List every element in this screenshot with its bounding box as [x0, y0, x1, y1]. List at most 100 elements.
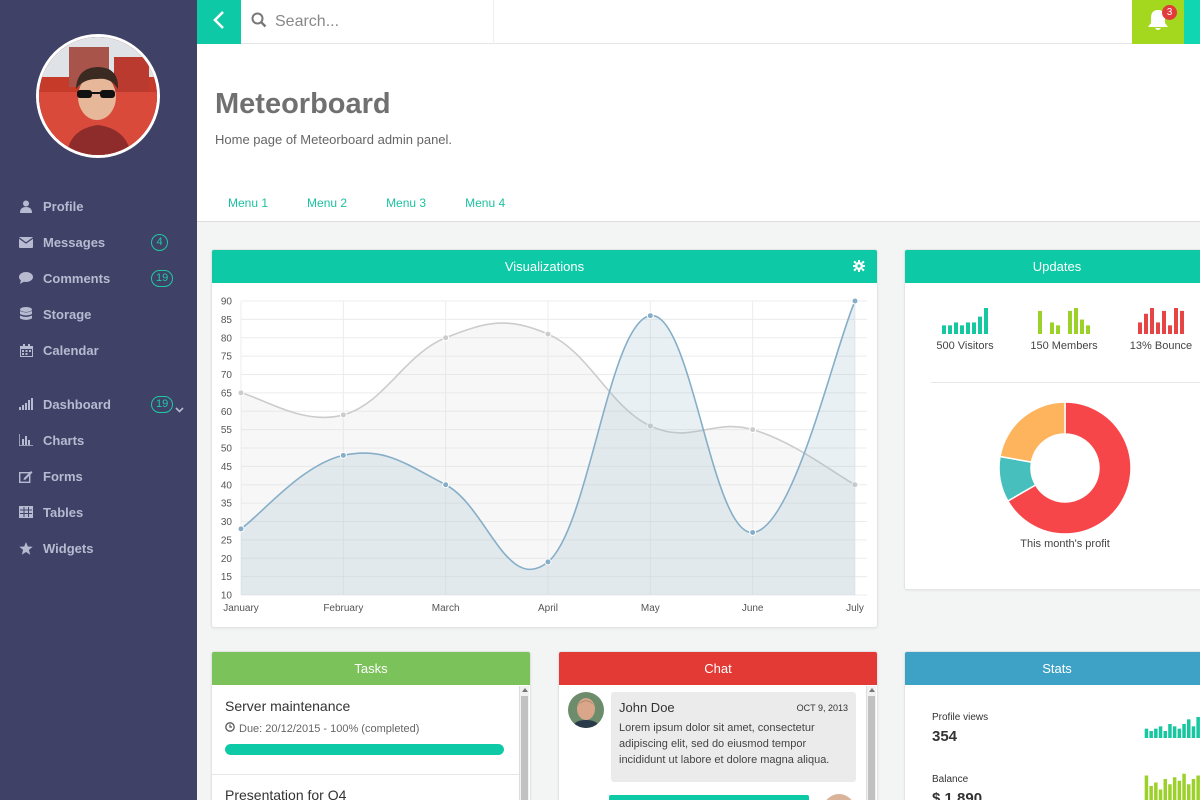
- y-tick-label: 50: [221, 444, 233, 455]
- scroll-up-arrow[interactable]: [522, 688, 528, 692]
- spark-bar: [1177, 780, 1182, 800]
- dashboard-badge: 19: [151, 395, 174, 413]
- sidebar-item-tables[interactable]: Tables: [0, 494, 197, 530]
- spark-bar: [1149, 786, 1153, 800]
- sidebar-item-label: Storage: [43, 306, 92, 322]
- spark-bar: [1177, 728, 1182, 738]
- tab-menu-3[interactable]: Menu 3: [373, 196, 426, 210]
- donut-label: This month's profit: [1020, 538, 1110, 550]
- data-point: [544, 558, 552, 566]
- spark-bar: [1196, 717, 1200, 738]
- sidebar-item-profile[interactable]: Profile: [0, 188, 197, 224]
- spark-bar: [942, 325, 946, 334]
- spark-bar: [978, 316, 982, 334]
- visitors-sparkline: [942, 308, 988, 334]
- members-stat: 150 Members: [1014, 308, 1114, 352]
- tab-menu-2[interactable]: Menu 2: [294, 196, 347, 210]
- y-tick-label: 30: [221, 517, 233, 528]
- sidebar-item-calendar[interactable]: Calendar: [0, 332, 197, 368]
- back-button[interactable]: [197, 0, 241, 44]
- data-point: [237, 525, 245, 533]
- spark-bar: [1158, 789, 1163, 800]
- page-header: Meteorboard Home page of Meteorboard adm…: [197, 44, 1200, 222]
- panel-title: Updates: [1032, 259, 1082, 274]
- data-point: [339, 411, 347, 419]
- sidebar-item-label: Comments: [43, 270, 111, 286]
- chevron-left-icon: [213, 10, 225, 35]
- y-tick-label: 55: [221, 425, 233, 436]
- spark-bar: [1154, 728, 1158, 738]
- spark-bar: [1080, 319, 1084, 334]
- y-tick-label: 90: [221, 297, 233, 308]
- edit-icon: [18, 469, 34, 483]
- spark-bar: [1163, 731, 1167, 738]
- sidebar-item-dashboard[interactable]: Dashboard 19: [0, 386, 197, 422]
- panel-title: Visualizations: [504, 259, 585, 274]
- sidebar-item-storage[interactable]: Storage: [0, 296, 197, 332]
- spark-bar: [1174, 308, 1178, 334]
- sidebar-item-comments[interactable]: Comments 19: [0, 260, 197, 296]
- spark-bar: [1149, 731, 1153, 738]
- line-chart: 10 15 20 25 30 35 40 45 50 55 60 65 70 75 80 85 90 Januar…: [221, 297, 867, 614]
- avatar[interactable]: [36, 34, 160, 158]
- visualizations-panel: Visualizations 10 15 20 25 30 35 40 45 50 55 60 65 7…: [211, 249, 878, 628]
- tab-menu-4[interactable]: Menu 4: [452, 196, 505, 210]
- task-item[interactable]: Presentation for Q4: [225, 787, 510, 800]
- database-icon: [18, 307, 34, 321]
- spark-bar: [1154, 782, 1158, 800]
- tab-menu-1[interactable]: Menu 1: [215, 196, 268, 210]
- notifications-button[interactable]: 3: [1132, 0, 1184, 44]
- chat-avatar-2[interactable]: [823, 794, 855, 800]
- calendar-icon: [18, 343, 34, 357]
- spark-bar: [1138, 322, 1142, 334]
- scroll-thumb[interactable]: [521, 696, 528, 800]
- spark-bar: [1056, 325, 1060, 334]
- chat-message: John Doe OCT 9, 2013 Lorem ipsum dolor s…: [611, 692, 856, 782]
- y-tick-label: 15: [221, 572, 233, 583]
- sidebar-item-forms[interactable]: Forms: [0, 458, 197, 494]
- chat-scrollbar[interactable]: [866, 686, 876, 800]
- data-point: [646, 312, 654, 320]
- data-point: [749, 426, 757, 434]
- task-title: Presentation for Q4: [225, 787, 347, 800]
- chat-avatar[interactable]: [568, 692, 604, 728]
- search-box: [241, 0, 494, 44]
- sidebar-item-widgets[interactable]: Widgets: [0, 530, 197, 566]
- bounce-label: 13% Bounce: [1129, 340, 1193, 352]
- user-icon: [18, 199, 34, 213]
- members-label: 150 Members: [1030, 340, 1098, 352]
- tasks-panel: Tasks Server maintenance Due: 20/12/2015…: [211, 651, 531, 800]
- data-point: [749, 529, 757, 537]
- sidebar-item-messages[interactable]: Messages 4: [0, 224, 197, 260]
- spark-bar: [1074, 308, 1078, 334]
- task-progress-fill: [225, 744, 504, 755]
- sidebar-nav: Profile Messages 4 Comments 19 Storage C…: [0, 188, 197, 566]
- tasks-panel-header: Tasks: [212, 652, 530, 685]
- spark-bar: [1168, 325, 1172, 334]
- y-tick-label: 10: [221, 591, 233, 602]
- donut-slice: [999, 401, 1066, 463]
- gear-icon[interactable]: [853, 260, 865, 275]
- spark-bar: [1172, 726, 1177, 738]
- spark-bar: [960, 325, 964, 334]
- updates-panel-header: Updates: [905, 250, 1200, 283]
- task-item[interactable]: Server maintenance Due: 20/12/2015 - 100…: [225, 698, 510, 755]
- spark-bar: [1163, 779, 1167, 800]
- chat-message-2: [609, 795, 809, 800]
- chat-panel: Chat John Doe OCT 9, 2013 Lorem ipsum do…: [558, 651, 878, 800]
- tasks-scrollbar[interactable]: [519, 686, 529, 800]
- data-point: [442, 481, 450, 489]
- topbar-edge-button[interactable]: [1184, 0, 1200, 44]
- scroll-thumb[interactable]: [868, 696, 875, 800]
- comment-icon: [18, 271, 34, 285]
- sidebar-item-charts[interactable]: Charts: [0, 422, 197, 458]
- comments-badge: 19: [151, 269, 174, 287]
- chevron-down-icon[interactable]: [175, 401, 184, 416]
- search-input[interactable]: [275, 13, 475, 31]
- members-sparkline: [1038, 308, 1090, 334]
- balance-sparkline: [1144, 773, 1200, 800]
- spark-bar: [1191, 726, 1196, 738]
- data-point: [544, 330, 552, 338]
- scroll-up-arrow[interactable]: [869, 688, 875, 692]
- star-icon: [18, 541, 34, 555]
